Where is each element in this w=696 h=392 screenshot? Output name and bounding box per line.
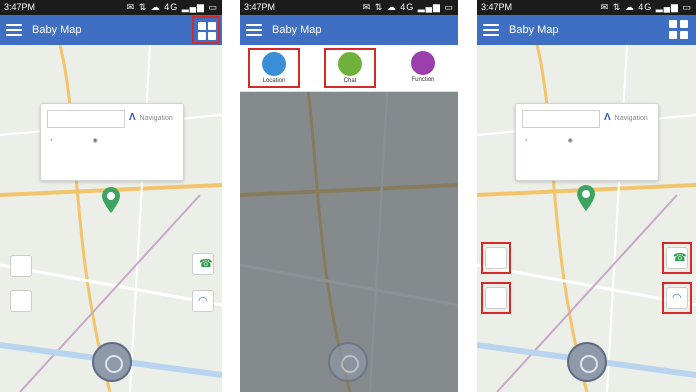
child-location-marker[interactable] bbox=[102, 187, 120, 213]
function-label: Function bbox=[411, 77, 435, 83]
child-location-marker[interactable] bbox=[577, 185, 595, 211]
smartphone-icon[interactable] bbox=[10, 290, 32, 312]
headset-icon[interactable]: ◠ bbox=[192, 290, 214, 312]
function-button[interactable]: Function bbox=[398, 49, 448, 91]
screenshot-map-buttons: 3:47PM ✉ ⇅ ☁ 4G ▂▄▆ ▭ Baby Map Λ Navigati… bbox=[477, 0, 696, 392]
status-time: 3:47PM bbox=[4, 2, 36, 12]
info-card: Λ Navigation ◔ ◉ bbox=[515, 103, 659, 181]
menu-icon[interactable] bbox=[483, 22, 499, 38]
locate-icon[interactable] bbox=[567, 342, 607, 382]
phone-icon[interactable]: ☎ bbox=[666, 247, 688, 269]
info-card-field[interactable] bbox=[522, 110, 600, 128]
dim-overlay[interactable] bbox=[240, 45, 458, 392]
location-button[interactable]: Location bbox=[248, 48, 300, 88]
navigation-label: Navigation bbox=[139, 115, 173, 122]
map[interactable]: Λ Navigation ◔ ◉ ☎ ◠ bbox=[0, 45, 222, 392]
navigation-icon: Λ bbox=[129, 112, 136, 123]
app-bar: Baby Map bbox=[240, 15, 458, 45]
menu-icon[interactable] bbox=[6, 22, 22, 38]
menu-icon[interactable] bbox=[246, 22, 262, 38]
app-title: Baby Map bbox=[32, 24, 82, 36]
navigation-icon: Λ bbox=[604, 112, 611, 123]
app-bar: Baby Map bbox=[0, 15, 222, 45]
app-bar: Baby Map bbox=[477, 15, 696, 45]
phone-icon[interactable]: ☎ bbox=[192, 253, 214, 275]
app-title: Baby Map bbox=[509, 24, 559, 36]
map[interactable]: Λ Navigation ◔ ◉ ☎ ◠ bbox=[477, 45, 696, 392]
status-time: 3:47PM bbox=[244, 2, 276, 12]
chat-label: Chat bbox=[343, 78, 357, 84]
status-bar: 3:47PM ✉ ⇅ ☁ 4G ▂▄▆ ▭ bbox=[0, 0, 222, 15]
function-menu: Location Chat Function bbox=[240, 45, 458, 92]
chat-icon bbox=[338, 52, 362, 76]
map-roads bbox=[0, 45, 222, 392]
location-label: Location bbox=[262, 78, 286, 84]
sim-card-icon[interactable] bbox=[10, 255, 32, 277]
locate-icon bbox=[328, 342, 368, 382]
location-icon bbox=[262, 52, 286, 76]
app-title: Baby Map bbox=[272, 24, 322, 36]
navigation-label: Navigation bbox=[614, 115, 648, 122]
navigation-button[interactable]: Λ Navigation bbox=[129, 112, 173, 123]
status-icons: ✉ ⇅ ☁ 4G ▂▄▆ ▭ bbox=[126, 2, 218, 12]
info-card-field[interactable] bbox=[47, 110, 125, 128]
info-card: Λ Navigation ◔ ◉ bbox=[40, 103, 184, 181]
navigation-button[interactable]: Λ Navigation bbox=[604, 112, 648, 123]
screenshot-menu-open: 3:47PM ✉ ⇅ ☁ 4G ▂▄▆ ▭ Baby Map Location … bbox=[240, 0, 458, 392]
grid-icon[interactable] bbox=[192, 16, 220, 44]
status-time: 3:47PM bbox=[481, 2, 513, 12]
info-card-row: ◔ ◉ bbox=[49, 138, 98, 144]
chat-button[interactable]: Chat bbox=[324, 48, 376, 88]
info-card-row: ◔ ◉ bbox=[524, 138, 573, 144]
status-bar: 3:47PM ✉ ⇅ ☁ 4G ▂▄▆ ▭ bbox=[477, 0, 696, 15]
status-icons: ✉ ⇅ ☁ 4G ▂▄▆ ▭ bbox=[362, 2, 454, 12]
locate-icon[interactable] bbox=[92, 342, 132, 382]
map-roads bbox=[477, 45, 696, 392]
smartphone-icon[interactable] bbox=[485, 287, 507, 309]
sim-card-icon[interactable] bbox=[485, 247, 507, 269]
headset-icon[interactable]: ◠ bbox=[666, 287, 688, 309]
grid-icon[interactable] bbox=[668, 19, 690, 41]
function-icon bbox=[411, 51, 435, 75]
status-bar: 3:47PM ✉ ⇅ ☁ 4G ▂▄▆ ▭ bbox=[240, 0, 458, 15]
status-icons: ✉ ⇅ ☁ 4G ▂▄▆ ▭ bbox=[600, 2, 692, 12]
screenshot-map-view: 3:47PM ✉ ⇅ ☁ 4G ▂▄▆ ▭ Baby Map Λ Navigati… bbox=[0, 0, 222, 392]
